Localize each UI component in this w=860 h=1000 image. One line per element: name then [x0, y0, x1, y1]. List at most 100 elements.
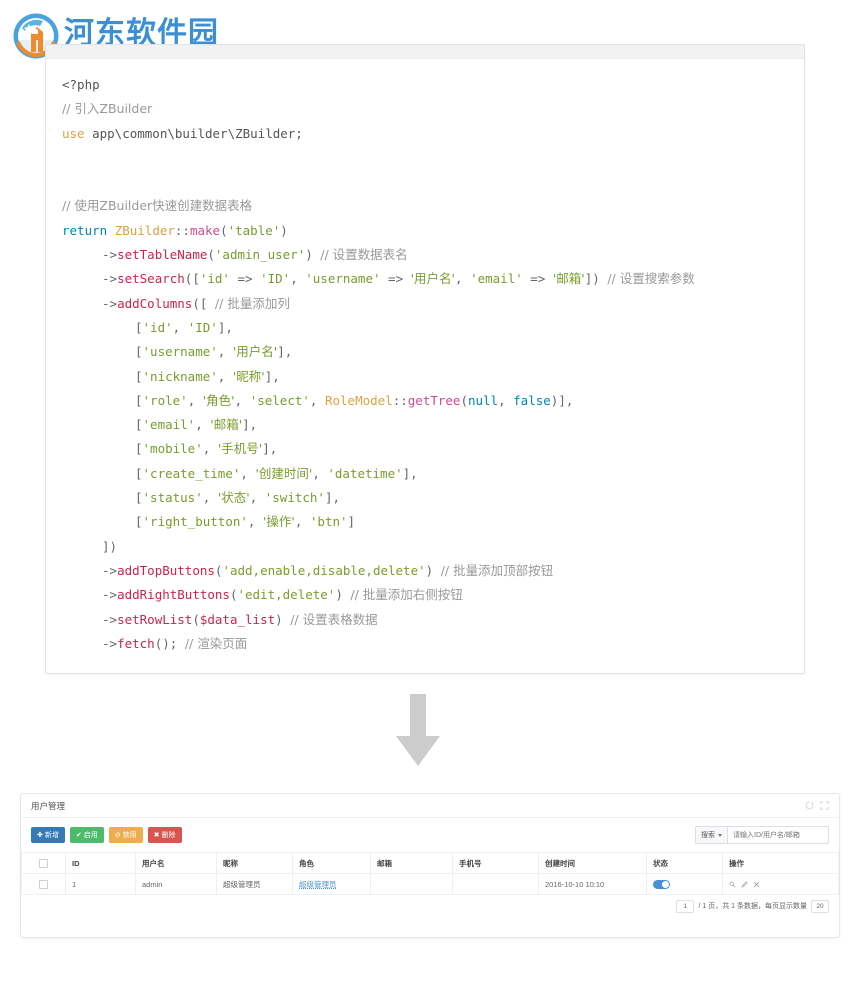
code-token: 'email' [142, 417, 196, 433]
code-token: , [217, 368, 233, 384]
row-checkbox[interactable] [39, 879, 48, 889]
column-header-nickname[interactable]: 昵称 [216, 852, 293, 874]
cell-email [370, 873, 453, 895]
code-token: [ [135, 319, 143, 335]
enable-button-label: 启用 [83, 832, 98, 839]
code-token: ]) [102, 538, 118, 554]
code-token: 'mobile' [142, 441, 203, 457]
code-token: '状态' [217, 490, 250, 506]
code-token: , [195, 417, 211, 433]
code-token: // 批量添加列 [214, 295, 290, 311]
code-token: 'right_button' [142, 514, 248, 530]
code-token: -> [102, 635, 118, 651]
enable-button[interactable]: ✔ 启用 [69, 827, 104, 843]
code-token: addColumns [117, 295, 193, 311]
code-token: [ [135, 417, 143, 433]
code-token: app\common\builder\ZBuilder; [84, 125, 303, 141]
code-token: 'username' [305, 271, 381, 287]
column-header-email[interactable]: 邮箱 [370, 852, 453, 874]
code-line-3: use app\common\builder\ZBuilder; [62, 122, 788, 146]
code-token: -> [102, 611, 118, 627]
code-token: '邮箱' [210, 417, 243, 433]
column-header-create-time[interactable]: 创建时间 [538, 852, 647, 874]
code-token: addRightButtons [117, 587, 230, 603]
code-token: ) [305, 247, 313, 263]
role-link[interactable]: 超级管理员 [299, 880, 337, 889]
code-token: , [202, 441, 218, 457]
fullscreen-icon[interactable] [820, 801, 829, 810]
code-token: // 批量添加右侧按钮 [350, 587, 463, 603]
column-header-id[interactable]: ID [65, 852, 136, 874]
code-token: // 引入ZBuilder [62, 101, 153, 117]
column-header-actions[interactable]: 操作 [722, 852, 839, 874]
code-token: addTopButtons [117, 562, 215, 578]
select-all-checkbox[interactable] [39, 858, 48, 868]
delete-button[interactable]: ✖ 删除 [147, 827, 182, 843]
code-token: ( [192, 611, 200, 627]
code-token: // 设置搜索参数 [607, 271, 695, 287]
code-token: 'status' [142, 490, 203, 506]
code-token: 'ID' [260, 271, 291, 287]
code-token: [ [135, 514, 143, 530]
code-token: , [455, 271, 471, 287]
code-token: , [312, 465, 328, 481]
code-token: // 渲染页面 [184, 635, 248, 651]
code-token: use [62, 125, 85, 141]
column-header-username[interactable]: 用户名 [135, 852, 217, 874]
cell-actions [722, 873, 839, 895]
code-token: // 使用ZBuilder快速创建数据表格 [62, 198, 253, 214]
ban-icon: ⊘ [114, 831, 121, 839]
code-token: , [187, 392, 203, 408]
row-action-group [729, 880, 832, 888]
cell-status [646, 873, 723, 895]
status-toggle[interactable] [653, 879, 670, 889]
code-line-2: // 引入ZBuilder [62, 97, 788, 121]
code-token: setTableName [117, 247, 208, 263]
code-token: , [247, 514, 263, 530]
code-token: -> [102, 295, 118, 311]
edit-icon[interactable] [741, 880, 748, 888]
column-header-mobile[interactable]: 手机号 [452, 852, 539, 874]
code-token: , [240, 465, 256, 481]
panel-header-icons [805, 801, 829, 810]
column-header-role[interactable]: 角色 [292, 852, 371, 874]
search-input[interactable] [727, 826, 829, 844]
code-token: ], [324, 490, 341, 506]
disable-button[interactable]: ⊘ 禁用 [108, 827, 143, 843]
code-token: :: [392, 392, 408, 408]
code-token: '邮箱' [552, 271, 585, 287]
code-token: '用户名' [232, 344, 278, 360]
code-token: ) [275, 611, 283, 627]
code-token: (); [154, 635, 178, 651]
code-token: ], [262, 441, 278, 457]
code-line-19: ['right_button', '操作', 'btn'] [62, 510, 788, 534]
view-icon[interactable] [729, 881, 736, 888]
code-line-22: ->addRightButtons('edit,delete') // 批量添加… [62, 583, 788, 607]
disable-button-label: 禁用 [122, 832, 137, 839]
code-token: 'id' [199, 271, 230, 287]
code-token: ] [347, 514, 356, 530]
code-token: fetch [117, 635, 155, 651]
cell-mobile [452, 873, 539, 895]
code-line-18: ['status', '状态', 'switch'], [62, 486, 788, 510]
code-token: '创建时间' [255, 465, 313, 481]
add-button[interactable]: ✚ 新增 [31, 827, 65, 843]
page-size-input[interactable]: 20 [811, 899, 829, 913]
code-token: setRowList [117, 611, 193, 627]
screenshot-root: 河东软件园 www.pc0359.cn <?php// 引入ZBuilderus… [0, 0, 860, 1000]
code-token: 'email' [470, 271, 523, 287]
cell-id: 1 [65, 873, 136, 895]
code-token: ( [207, 247, 215, 263]
refresh-icon[interactable] [805, 801, 814, 810]
times-icon: ✖ [153, 831, 160, 839]
search-dropdown-label: 搜索 [701, 832, 715, 839]
column-header-status[interactable]: 状态 [646, 852, 723, 874]
delete-icon[interactable] [753, 881, 760, 888]
code-token: 'table' [227, 222, 281, 238]
search-dropdown-button[interactable]: 搜索 [695, 826, 727, 844]
code-token: [ [135, 392, 143, 408]
current-page-input[interactable]: 1 [676, 899, 695, 913]
